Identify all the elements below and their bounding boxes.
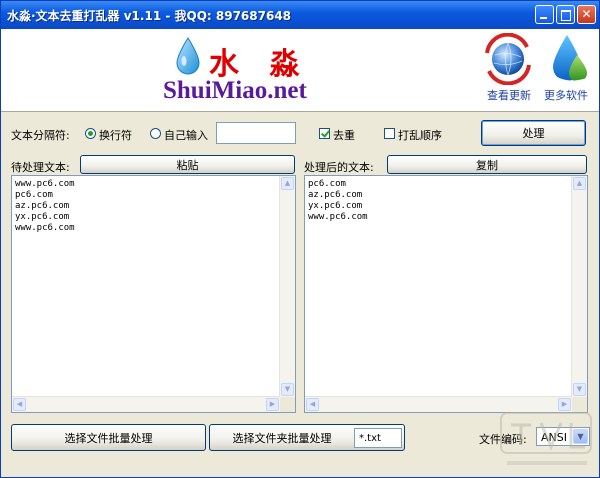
- water-drop-icon: [176, 37, 200, 75]
- shuffle-label[interactable]: 打乱顺序: [398, 127, 442, 143]
- input-horizontal-scrollbar[interactable]: ◀ ▶: [12, 396, 280, 412]
- globe-update-icon[interactable]: [483, 33, 533, 85]
- newline-radio[interactable]: [85, 128, 96, 139]
- text-line: yx.pc6.com: [308, 201, 363, 211]
- paste-button-label: 粘贴: [176, 158, 199, 172]
- scroll-left-icon[interactable]: ◀: [13, 398, 26, 411]
- output-vertical-scrollbar[interactable]: ▲ ▼: [571, 176, 587, 397]
- title-bar[interactable]: 水淼·文本去重打乱器 v1.11 - 我QQ: 897687648 ✕: [1, 1, 599, 29]
- scroll-up-icon[interactable]: ▲: [573, 177, 586, 190]
- window-title: 水淼·文本去重打乱器 v1.11 - 我QQ: 897687648: [7, 9, 292, 23]
- output-text-content: pc6.com az.pc6.com yx.pc6.com www.pc6.com: [308, 179, 368, 223]
- custom-radio[interactable]: [150, 128, 161, 139]
- close-icon: ✕: [581, 7, 592, 21]
- header-banner: 水 淼 ShuiMiao.net 查看更新 更多软件: [1, 29, 599, 112]
- text-line: www.pc6.com: [15, 223, 75, 233]
- separator-label: 文本分隔符:: [11, 129, 70, 142]
- input-text-content: www.pc6.com pc6.com az.pc6.com yx.pc6.com ww…: [15, 179, 75, 234]
- batch-file-button[interactable]: 选择文件批量处理: [11, 424, 206, 451]
- scroll-left-icon[interactable]: ◀: [306, 398, 319, 411]
- input-textarea[interactable]: www.pc6.com pc6.com az.pc6.com yx.pc6.com ww…: [11, 175, 296, 413]
- custom-separator-input[interactable]: [216, 122, 296, 144]
- drops-more-software-icon[interactable]: [547, 33, 591, 85]
- text-line: www.pc6.com: [308, 212, 368, 222]
- text-line: az.pc6.com: [15, 201, 70, 211]
- text-line: yx.pc6.com: [15, 212, 70, 222]
- logo-site-name: ShuiMiao.net: [163, 77, 307, 104]
- scroll-down-icon[interactable]: ▼: [573, 383, 586, 396]
- batch-file-button-label: 选择文件批量处理: [64, 431, 153, 445]
- text-line: www.pc6.com: [15, 179, 75, 189]
- text-line: pc6.com: [308, 179, 346, 189]
- batch-folder-button-label: 选择文件夹批量处理: [232, 431, 332, 445]
- text-line: pc6.com: [15, 190, 53, 200]
- output-textarea[interactable]: pc6.com az.pc6.com yx.pc6.com www.pc6.com ▲…: [304, 175, 588, 413]
- copy-button-label: 复制: [476, 158, 498, 172]
- scroll-right-icon[interactable]: ▶: [266, 398, 279, 411]
- minimize-button[interactable]: [535, 5, 554, 24]
- copy-button[interactable]: 复制: [387, 155, 587, 174]
- input-panel-label: 待处理文本:: [11, 161, 70, 174]
- watermark-logo-icon: [500, 412, 592, 465]
- input-vertical-scrollbar[interactable]: ▲ ▼: [279, 176, 295, 397]
- newline-radio-label[interactable]: 换行符: [99, 127, 132, 143]
- custom-radio-label[interactable]: 自己输入: [164, 127, 208, 143]
- output-panel-label: 处理后的文本:: [304, 161, 374, 174]
- file-extension-input[interactable]: [354, 428, 402, 448]
- app-window: 水淼·文本去重打乱器 v1.11 - 我QQ: 897687648 ✕ 水 淼 …: [0, 0, 600, 478]
- close-button[interactable]: ✕: [577, 5, 596, 24]
- process-button[interactable]: 处理: [481, 120, 586, 146]
- maximize-button[interactable]: [556, 5, 575, 24]
- scroll-down-icon[interactable]: ▼: [281, 383, 294, 396]
- scroll-corner: [280, 397, 295, 412]
- process-button-label: 处理: [522, 127, 545, 140]
- scroll-up-icon[interactable]: ▲: [281, 177, 294, 190]
- dedupe-checkbox[interactable]: [319, 128, 330, 139]
- text-line: az.pc6.com: [308, 190, 363, 200]
- check-update-link[interactable]: 查看更新: [487, 87, 531, 103]
- paste-button[interactable]: 粘贴: [80, 155, 295, 174]
- dedupe-label[interactable]: 去重: [333, 127, 355, 143]
- maximize-icon: [561, 10, 571, 21]
- shuffle-checkbox[interactable]: [384, 128, 395, 139]
- more-software-link[interactable]: 更多软件: [544, 87, 588, 103]
- minimize-icon: [540, 17, 547, 19]
- logo: 水 淼 ShuiMiao.net: [161, 35, 331, 107]
